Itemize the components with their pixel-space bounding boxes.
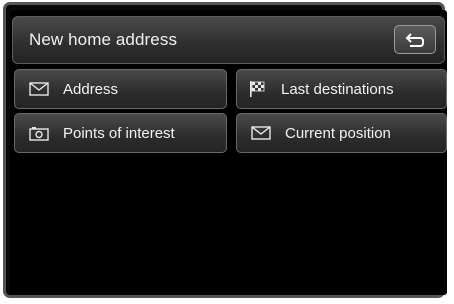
back-button[interactable] xyxy=(394,25,436,54)
envelope-icon xyxy=(250,125,272,141)
current-position-button-label: Current position xyxy=(285,124,391,142)
address-button[interactable]: Address xyxy=(14,69,227,109)
back-arrow-icon xyxy=(405,32,424,47)
points-of-interest-button[interactable]: Points of interest xyxy=(14,113,227,153)
last-destinations-button-label: Last destinations xyxy=(281,80,394,98)
current-position-button[interactable]: Current position xyxy=(236,113,447,153)
envelope-icon xyxy=(28,81,50,97)
navigation-screen: New home address Address Last destinatio… xyxy=(10,10,447,295)
last-destinations-button[interactable]: Last destinations xyxy=(236,69,447,109)
points-of-interest-button-label: Points of interest xyxy=(63,124,175,142)
header-bar: New home address xyxy=(12,16,445,64)
camera-icon xyxy=(28,125,50,141)
page-title: New home address xyxy=(29,30,178,49)
address-button-label: Address xyxy=(63,80,119,98)
checkered-flag-icon xyxy=(247,81,269,97)
